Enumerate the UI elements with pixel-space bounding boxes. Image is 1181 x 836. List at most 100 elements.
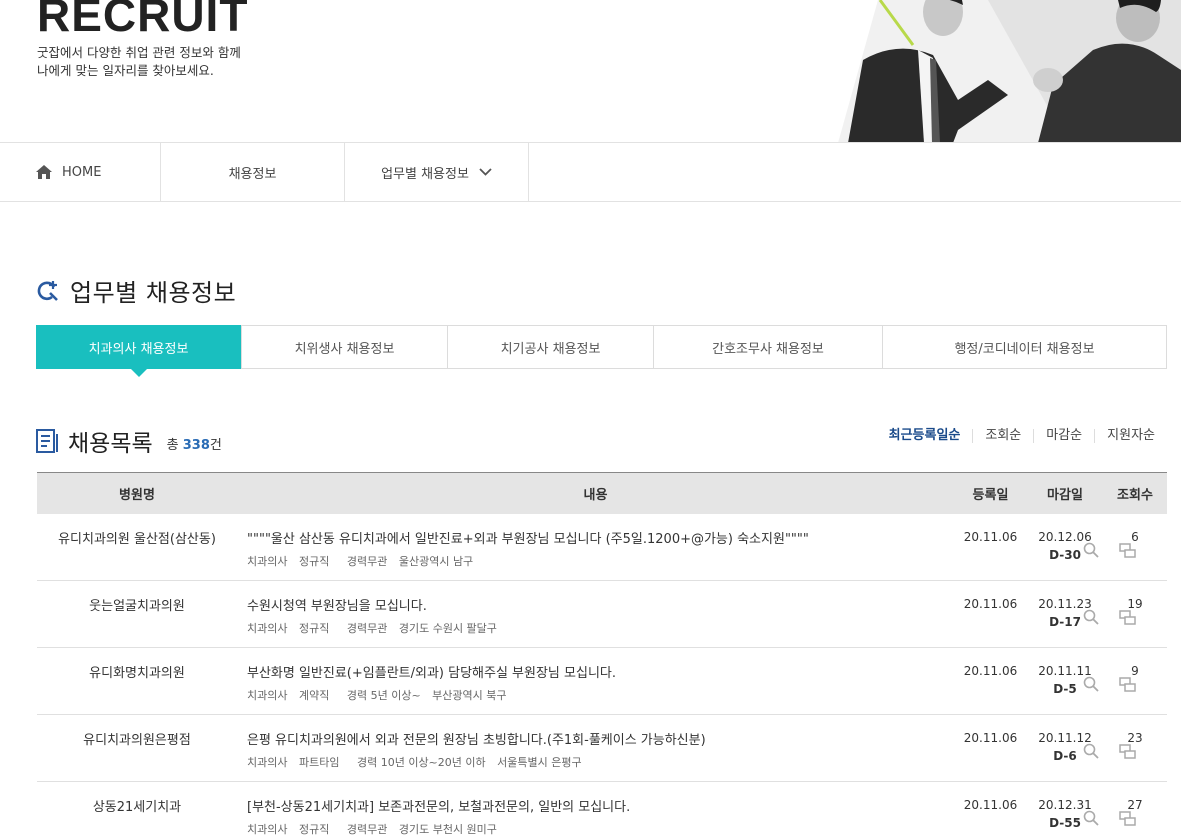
row-actions (1081, 808, 1137, 828)
tab-admin-coordinator[interactable]: 행정/코디네이터 채용정보 (883, 326, 1166, 368)
sort-deadline[interactable]: 마감순 (1033, 429, 1094, 443)
meta-location: 서울특별시 은평구 (497, 756, 582, 769)
chevron-down-icon (479, 168, 492, 176)
meta-job: 치과의사 (247, 689, 288, 702)
tab-label: 행정/코디네이터 채용정보 (954, 341, 1095, 357)
job-meta: 치과의사 정규직 경력무관 경기도 부천시 원미구 (247, 821, 954, 836)
nav-home-label: HOME (62, 164, 102, 180)
col-views: 조회수 (1117, 488, 1153, 503)
new-window-button[interactable] (1117, 741, 1137, 761)
registered-date: 20.11.06 (963, 798, 1018, 812)
hospital-name: 유디치과의원 울산점(삼산동) (58, 532, 216, 547)
search-icon (1083, 810, 1099, 826)
meta-job: 치과의사 (247, 823, 288, 836)
nav-jobs-by-task-dropdown[interactable]: 업무별 채용정보 (345, 143, 529, 201)
col-registered: 등록일 (972, 488, 1009, 503)
total-count: 총 338건 (167, 434, 222, 453)
meta-location: 울산광역시 남구 (398, 555, 474, 568)
nav-jobs[interactable]: 채용정보 (161, 143, 345, 201)
new-window-button[interactable] (1117, 808, 1137, 828)
col-deadline: 마감일 (1047, 488, 1083, 503)
page-title: RECRUIT (37, 0, 249, 41)
nav-home[interactable]: HOME (0, 143, 161, 201)
search-refresh-icon (37, 280, 58, 301)
sort-views[interactable]: 조회순 (972, 429, 1033, 443)
job-subject-link[interactable]: 수원시청역 부원장님을 모십니다. (247, 595, 954, 614)
meta-career: 경력 10년 이상~20년 이하 (356, 756, 486, 769)
job-subject-link[interactable]: 부산화명 일반진료(+임플란트/외과) 담당해주실 부원장님 모십니다. (247, 662, 954, 681)
total-prefix: 총 (166, 437, 179, 453)
meta-job: 치과의사 (247, 622, 288, 635)
registered-date: 20.11.06 (963, 530, 1018, 544)
job-subject-link[interactable]: 은평 유디치과의원에서 외과 전문의 원장님 초빙합니다.(주1회-풀케이스 가… (247, 729, 954, 748)
hospital-name: 유디치과의원은평점 (83, 733, 191, 748)
preview-button[interactable] (1081, 607, 1101, 627)
list-title: 채용목록 (68, 431, 153, 457)
tab-dental-technician[interactable]: 치기공사 채용정보 (448, 326, 654, 368)
job-content: [부천-상동21세기치과] 보존과전문의, 보철과전문의, 일반의 모십니다. … (237, 782, 1136, 836)
row-actions (1081, 540, 1137, 560)
job-category-tabs: 치과의사 채용정보 치위생사 채용정보 치기공사 채용정보 간호조무사 채용정보… (36, 325, 1167, 377)
sort-recent[interactable]: 최근등록일순 (877, 429, 973, 443)
job-content: 은평 유디치과의원에서 외과 전문의 원장님 초빙합니다.(주1회-풀케이스 가… (237, 715, 1136, 781)
job-content: 부산화명 일반진료(+임플란트/외과) 담당해주실 부원장님 모십니다. 치과의… (237, 648, 1136, 714)
meta-type: 정규직 (298, 622, 330, 635)
nav-jobs-label: 채용정보 (228, 166, 277, 182)
description-line-2: 나에게 맞는 일자리를 찾아보세요. (37, 63, 214, 78)
row-actions (1081, 741, 1137, 761)
job-subject-link[interactable]: [부천-상동21세기치과] 보존과전문의, 보철과전문의, 일반의 모십니다. (247, 796, 954, 815)
new-window-button[interactable] (1117, 607, 1137, 627)
preview-button[interactable] (1081, 540, 1101, 560)
job-list-table: 병원명 내용 등록일 마감일 조회수 유디치과의원 울산점(삼산동) """"울… (37, 472, 1167, 836)
table-row[interactable]: 유디치과의원은평점 은평 유디치과의원에서 외과 전문의 원장님 초빙합니다.(… (37, 715, 1167, 782)
job-subject-link[interactable]: """"울산 삼산동 유디치과에서 일반진료+외과 부원장님 모십니다 (주5일… (247, 528, 954, 547)
tab-nurse-assistant[interactable]: 간호조무사 채용정보 (654, 326, 883, 368)
search-icon (1083, 676, 1099, 692)
table-row[interactable]: 상동21세기치과 [부천-상동21세기치과] 보존과전문의, 보철과전문의, 일… (37, 782, 1167, 836)
preview-button[interactable] (1081, 674, 1101, 694)
document-list-icon (36, 429, 58, 453)
meta-location: 부산광역시 북구 (432, 689, 507, 702)
row-actions (1081, 607, 1137, 627)
table-row[interactable]: 유디화명치과의원 부산화명 일반진료(+임플란트/외과) 담당해주실 부원장님 … (37, 648, 1167, 715)
meta-type: 계약직 (298, 689, 330, 702)
job-content: 수원시청역 부원장님을 모십니다. 치과의사 정규직 경력무관 경기도 수원시 … (237, 581, 1136, 647)
table-row[interactable]: 유디치과의원 울산점(삼산동) """"울산 삼산동 유디치과에서 일반진료+외… (37, 514, 1167, 581)
meta-type: 정규직 (298, 555, 330, 568)
new-window-button[interactable] (1117, 540, 1137, 560)
search-icon (1083, 542, 1099, 558)
tab-label: 치과의사 채용정보 (88, 341, 189, 357)
table-row[interactable]: 웃는얼굴치과의원 수원시청역 부원장님을 모십니다. 치과의사 정규직 경력무관… (37, 581, 1167, 648)
list-header: 채용목록 총 338건 (36, 424, 222, 458)
row-actions (1081, 674, 1137, 694)
hospital-name: 상동21세기치과 (92, 800, 182, 815)
job-meta: 치과의사 정규직 경력무관 울산광역시 남구 (247, 553, 954, 569)
new-window-button[interactable] (1117, 674, 1137, 694)
preview-button[interactable] (1081, 808, 1101, 828)
meta-job: 치과의사 (247, 555, 288, 568)
hospital-name: 유디화명치과의원 (89, 666, 185, 681)
table-header: 병원명 내용 등록일 마감일 조회수 (37, 472, 1167, 514)
new-window-icon (1118, 542, 1136, 558)
col-content: 내용 (583, 488, 608, 503)
meta-career: 경력 5년 이상~ (346, 689, 421, 702)
new-window-icon (1118, 609, 1136, 625)
home-icon (36, 165, 52, 179)
meta-job: 치과의사 (247, 756, 288, 769)
meta-location: 경기도 수원시 팔달구 (398, 622, 497, 635)
top-navigation: HOME 채용정보 업무별 채용정보 (0, 143, 1181, 202)
total-number: 338 (182, 437, 210, 453)
total-suffix: 건 (209, 437, 222, 453)
page-hero: RECRUIT 굿잡에서 다양한 취업 관련 정보와 함께 나에게 맞는 일자리… (0, 0, 1181, 143)
new-window-icon (1118, 676, 1136, 692)
meta-career: 경력무관 (346, 622, 388, 635)
preview-button[interactable] (1081, 741, 1101, 761)
tab-dentist[interactable]: 치과의사 채용정보 (36, 325, 242, 377)
tab-dental-hygienist[interactable]: 치위생사 채용정보 (242, 326, 448, 368)
page-description: 굿잡에서 다양한 취업 관련 정보와 함께 나에게 맞는 일자리를 찾아보세요. (37, 44, 241, 80)
job-meta: 치과의사 파트타임 경력 10년 이상~20년 이하 서울특별시 은평구 (247, 754, 954, 770)
sort-applicants[interactable]: 지원자순 (1094, 429, 1167, 443)
meta-type: 파트타임 (298, 756, 340, 769)
meta-type: 정규직 (298, 823, 330, 836)
tab-label: 치기공사 채용정보 (500, 341, 601, 357)
